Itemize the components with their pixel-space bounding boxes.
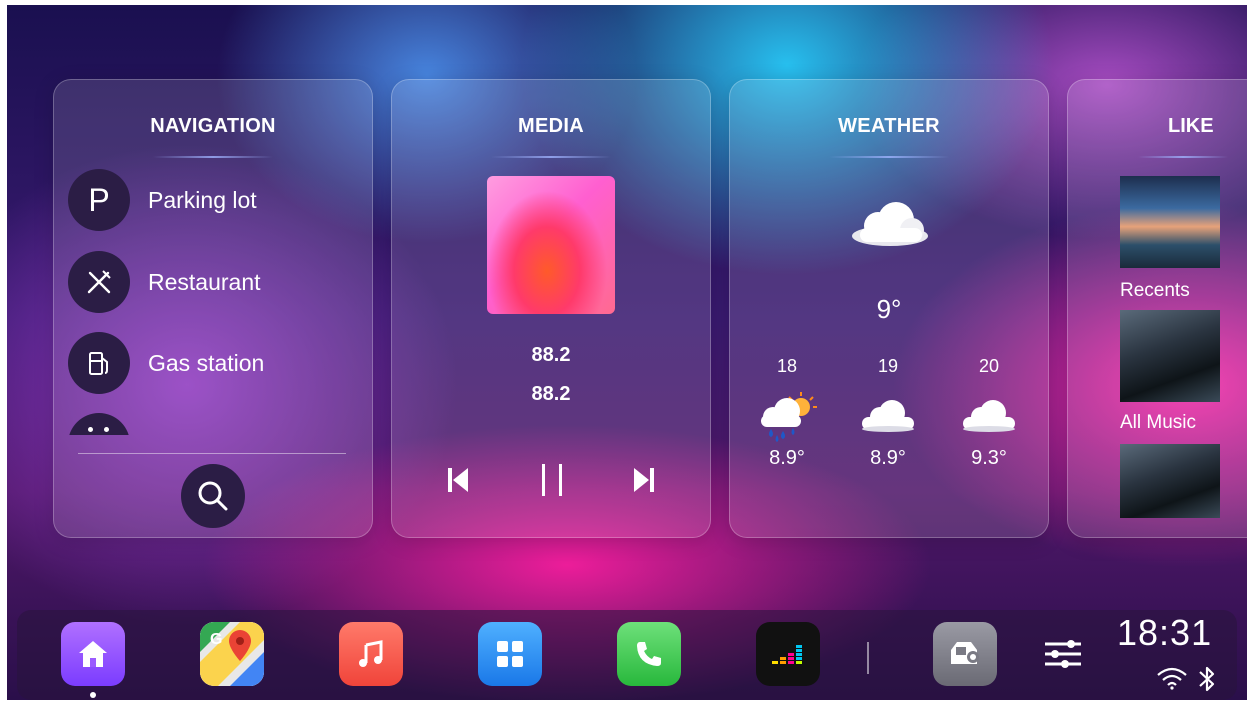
forecast-hour: 19 xyxy=(877,356,899,376)
media-title: MEDIA xyxy=(518,115,584,137)
dock-separator xyxy=(867,642,869,674)
likes-item-label[interactable]: Recents xyxy=(1120,280,1190,302)
home-button[interactable] xyxy=(61,622,125,686)
media-line-2: 88.2 xyxy=(531,383,571,405)
search-icon xyxy=(198,481,228,511)
previous-button[interactable] xyxy=(438,460,478,500)
recents-artwork[interactable] xyxy=(1120,176,1220,268)
forecast-hour: 18 xyxy=(776,356,798,376)
likes-title: LIKE xyxy=(1168,115,1214,137)
forecast-item: 18 8.9° xyxy=(752,356,822,470)
album-artwork[interactable] xyxy=(1120,444,1220,518)
nav-item-label: Restaurant xyxy=(148,268,261,295)
pause-button[interactable] xyxy=(532,460,572,500)
active-indicator xyxy=(90,692,96,698)
next-button[interactable] xyxy=(624,460,664,500)
nav-item-restaurant[interactable]: Restaurant xyxy=(68,250,261,314)
phone-button[interactable] xyxy=(617,622,681,686)
music-button[interactable] xyxy=(339,622,403,686)
forecast-item: 19 8.9° xyxy=(853,356,923,470)
equalizer-icon xyxy=(1045,640,1081,668)
cloud-icon xyxy=(848,198,932,253)
gas-station-icon xyxy=(68,332,130,394)
svg-text:G: G xyxy=(210,631,222,648)
nav-item-label: Parking lot xyxy=(148,186,257,213)
forecast-item: 20 9.3° xyxy=(954,356,1024,470)
equalizer-button[interactable] xyxy=(1031,622,1095,686)
search-button[interactable] xyxy=(181,464,245,528)
title-underline xyxy=(491,156,611,158)
apps-grid-button[interactable] xyxy=(478,622,542,686)
title-underline xyxy=(1138,156,1228,158)
deezer-button[interactable] xyxy=(756,622,820,686)
current-temperature: 9° xyxy=(876,294,902,324)
forecast-temp: 8.9° xyxy=(769,447,805,469)
pause-icon xyxy=(542,464,562,496)
all-music-artwork[interactable] xyxy=(1120,310,1220,402)
nav-item-label: Gas station xyxy=(148,349,265,376)
maps-icon: G xyxy=(200,622,264,686)
forecast-temp: 9.3° xyxy=(971,447,1007,469)
music-icon xyxy=(359,640,383,667)
deezer-icon xyxy=(772,645,802,664)
maps-button[interactable]: G xyxy=(200,622,264,686)
parking-icon: P xyxy=(68,169,130,231)
media-line-1: 88.2 xyxy=(531,344,571,366)
navigation-title: NAVIGATION xyxy=(150,115,276,137)
nav-item-parking[interactable]: P Parking lot xyxy=(68,168,257,232)
nav-item-gas-station[interactable]: Gas station xyxy=(68,331,264,395)
album-art[interactable] xyxy=(487,176,615,314)
cloud-icon xyxy=(853,389,923,445)
media-card[interactable]: MEDIA 88.2 88.2 xyxy=(391,79,711,538)
cloud-icon xyxy=(954,389,1024,445)
next-icon xyxy=(634,468,654,492)
navigation-card[interactable]: NAVIGATION P Parking lot Restaurant Gas … xyxy=(53,79,373,538)
previous-icon xyxy=(448,468,468,492)
wifi-icon xyxy=(1155,666,1189,695)
car-settings-button[interactable] xyxy=(933,622,997,686)
likes-card[interactable]: LIKE Recents All Music xyxy=(1067,79,1247,538)
title-underline xyxy=(829,156,949,158)
weather-card[interactable]: WEATHER 9° 18 8.9° 19 8.9° 20 9.3° xyxy=(729,79,1049,538)
home-icon xyxy=(79,641,107,667)
weather-title: WEATHER xyxy=(838,115,940,137)
title-underline xyxy=(153,156,273,158)
forecast-temp: 8.9° xyxy=(870,447,906,469)
nav-divider xyxy=(78,453,346,454)
nav-item-partial[interactable] xyxy=(68,413,130,435)
clock: 18:31 xyxy=(1117,612,1213,653)
apps-grid-icon xyxy=(497,641,523,667)
rain-sun-icon xyxy=(752,389,822,445)
dock: G 18:31 xyxy=(17,610,1237,700)
phone-icon xyxy=(637,642,661,666)
carplay-screen: NAVIGATION P Parking lot Restaurant Gas … xyxy=(7,5,1247,700)
restaurant-icon xyxy=(68,251,130,313)
likes-item-label[interactable]: All Music xyxy=(1120,412,1196,434)
car-settings-icon xyxy=(951,642,979,664)
bluetooth-icon xyxy=(1197,664,1217,699)
forecast-hour: 20 xyxy=(978,356,1000,376)
